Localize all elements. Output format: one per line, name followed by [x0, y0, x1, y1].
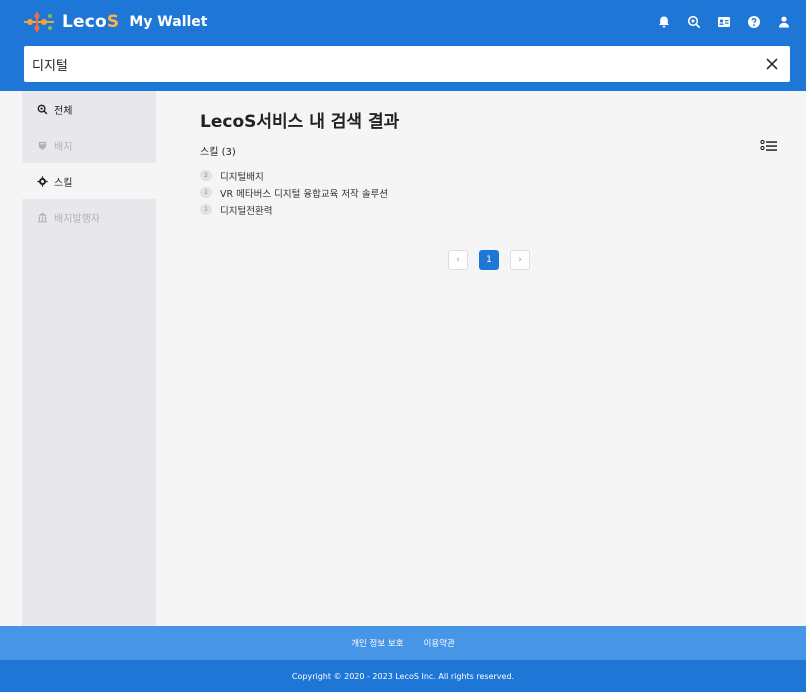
badge-search-icon[interactable] — [684, 12, 704, 32]
sidebar-item-label: 배지 — [54, 141, 73, 153]
terms-link[interactable]: 이용약관 — [424, 637, 455, 649]
search-input[interactable] — [32, 46, 732, 82]
app-header: LecoS My Wallet — [0, 0, 806, 91]
footer-links: 개인 정보 보호 이용약관 — [0, 626, 806, 660]
next-page-button[interactable]: › — [510, 250, 530, 270]
header-actions — [654, 12, 794, 32]
result-label: 디지털전환력 — [220, 205, 273, 217]
sidebar-item-badge[interactable]: 배지 — [22, 127, 156, 163]
prev-page-button[interactable]: ‹ — [448, 250, 468, 270]
bank-icon — [36, 211, 48, 223]
sidebar-item-skill[interactable]: 스킬 — [22, 163, 156, 199]
search-bar — [24, 46, 790, 82]
count-badge: 1 — [200, 204, 212, 215]
search-icon — [36, 103, 48, 115]
copyright: Copyright © 2020 - 2023 LecoS Inc. All r… — [0, 660, 806, 692]
sidebar-item-label: 스킬 — [54, 177, 73, 189]
section-label: 스킬 — [200, 147, 219, 158]
section-count: (3) — [221, 147, 236, 158]
help-icon[interactable] — [744, 12, 764, 32]
result-list: 2 디지털배지 1 VR 메타버스 디지털 융합교육 저작 솔루션 1 디지털전… — [200, 167, 388, 218]
id-card-icon[interactable] — [714, 12, 734, 32]
list-item[interactable]: 1 VR 메타버스 디지털 융합교육 저작 솔루션 — [200, 184, 388, 201]
main-content: LecoS서비스 내 검색 결과 스킬 (3) 2 디지털배지 1 VR 메타버… — [156, 91, 806, 626]
logo-icon — [22, 11, 56, 33]
count-badge: 1 — [200, 187, 212, 198]
sidebar-item-issuer[interactable]: 배지발행자 — [22, 199, 156, 235]
skill-icon — [36, 175, 48, 187]
sort-list-icon[interactable] — [759, 139, 779, 155]
page-button-current[interactable]: 1 — [479, 250, 499, 270]
section-heading: 스킬 (3) — [200, 143, 236, 158]
brand-name: LecoS — [62, 12, 120, 32]
user-icon[interactable] — [774, 12, 794, 32]
sidebar-item-label: 배지발행자 — [54, 213, 100, 225]
sidebar-item-label: 전체 — [54, 105, 73, 117]
app-title: My Wallet — [129, 14, 208, 30]
count-badge: 2 — [200, 170, 212, 181]
brand[interactable]: LecoS My Wallet — [22, 10, 207, 34]
list-item[interactable]: 1 디지털전환력 — [200, 201, 388, 218]
bell-icon[interactable] — [654, 12, 674, 32]
close-icon[interactable] — [762, 54, 782, 74]
page-title: LecoS서비스 내 검색 결과 — [200, 112, 400, 132]
result-label: VR 메타버스 디지털 융합교육 저작 솔루션 — [220, 188, 389, 200]
sidebar: 전체 배지 스킬 배지발행자 — [22, 91, 156, 626]
sidebar-item-all[interactable]: 전체 — [22, 91, 156, 127]
result-label: 디지털배지 — [220, 171, 264, 183]
privacy-link[interactable]: 개인 정보 보호 — [351, 637, 403, 649]
list-item[interactable]: 2 디지털배지 — [200, 167, 388, 184]
badge-icon — [36, 139, 48, 151]
pagination: ‹ 1 › — [448, 250, 530, 270]
